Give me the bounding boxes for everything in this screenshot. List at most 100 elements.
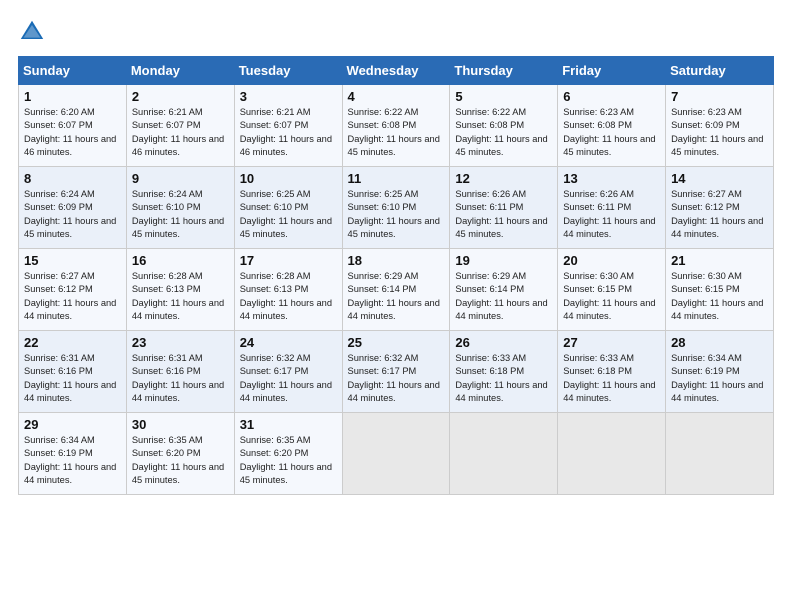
- day-info: Sunrise: 6:32 AMSunset: 6:17 PMDaylight:…: [348, 352, 445, 406]
- day-number: 18: [348, 253, 445, 268]
- day-info: Sunrise: 6:21 AMSunset: 6:07 PMDaylight:…: [240, 106, 337, 160]
- day-number: 3: [240, 89, 337, 104]
- day-info: Sunrise: 6:33 AMSunset: 6:18 PMDaylight:…: [455, 352, 552, 406]
- calendar-week-row: 8 Sunrise: 6:24 AMSunset: 6:09 PMDaylight…: [19, 167, 774, 249]
- day-info: Sunrise: 6:23 AMSunset: 6:08 PMDaylight:…: [563, 106, 660, 160]
- weekday-header-friday: Friday: [558, 57, 666, 85]
- day-info: Sunrise: 6:34 AMSunset: 6:19 PMDaylight:…: [671, 352, 768, 406]
- day-number: 5: [455, 89, 552, 104]
- day-info: Sunrise: 6:33 AMSunset: 6:18 PMDaylight:…: [563, 352, 660, 406]
- day-number: 21: [671, 253, 768, 268]
- day-number: 9: [132, 171, 229, 186]
- page: SundayMondayTuesdayWednesdayThursdayFrid…: [0, 0, 792, 612]
- weekday-header-tuesday: Tuesday: [234, 57, 342, 85]
- day-number: 24: [240, 335, 337, 350]
- calendar: SundayMondayTuesdayWednesdayThursdayFrid…: [18, 56, 774, 495]
- day-number: 4: [348, 89, 445, 104]
- day-number: 13: [563, 171, 660, 186]
- calendar-cell: 4 Sunrise: 6:22 AMSunset: 6:08 PMDaylight…: [342, 85, 450, 167]
- day-number: 25: [348, 335, 445, 350]
- calendar-week-row: 15 Sunrise: 6:27 AMSunset: 6:12 PMDayligh…: [19, 249, 774, 331]
- day-number: 8: [24, 171, 121, 186]
- day-info: Sunrise: 6:24 AMSunset: 6:09 PMDaylight:…: [24, 188, 121, 242]
- calendar-cell: 3 Sunrise: 6:21 AMSunset: 6:07 PMDaylight…: [234, 85, 342, 167]
- day-number: 14: [671, 171, 768, 186]
- day-number: 26: [455, 335, 552, 350]
- day-number: 20: [563, 253, 660, 268]
- day-number: 16: [132, 253, 229, 268]
- calendar-cell: 15 Sunrise: 6:27 AMSunset: 6:12 PMDayligh…: [19, 249, 127, 331]
- calendar-cell: 2 Sunrise: 6:21 AMSunset: 6:07 PMDaylight…: [126, 85, 234, 167]
- calendar-cell: 31Sunrise: 6:35 AMSunset: 6:20 PMDayligh…: [234, 413, 342, 495]
- day-info: Sunrise: 6:21 AMSunset: 6:07 PMDaylight:…: [132, 106, 229, 160]
- calendar-cell: 12 Sunrise: 6:26 AMSunset: 6:11 PMDayligh…: [450, 167, 558, 249]
- day-info: Sunrise: 6:27 AMSunset: 6:12 PMDaylight:…: [24, 270, 121, 324]
- weekday-header-monday: Monday: [126, 57, 234, 85]
- calendar-cell: 21 Sunrise: 6:30 AMSunset: 6:15 PMDayligh…: [666, 249, 774, 331]
- header: [18, 18, 774, 46]
- calendar-cell: 14 Sunrise: 6:27 AMSunset: 6:12 PMDayligh…: [666, 167, 774, 249]
- day-info: Sunrise: 6:22 AMSunset: 6:08 PMDaylight:…: [348, 106, 445, 160]
- day-number: 22: [24, 335, 121, 350]
- weekday-header-row: SundayMondayTuesdayWednesdayThursdayFrid…: [19, 57, 774, 85]
- day-info: Sunrise: 6:29 AMSunset: 6:14 PMDaylight:…: [455, 270, 552, 324]
- calendar-cell: [342, 413, 450, 495]
- day-number: 2: [132, 89, 229, 104]
- day-info: Sunrise: 6:25 AMSunset: 6:10 PMDaylight:…: [348, 188, 445, 242]
- calendar-cell: 9Sunrise: 6:24 AMSunset: 6:10 PMDaylight…: [126, 167, 234, 249]
- day-number: 17: [240, 253, 337, 268]
- calendar-cell: 10 Sunrise: 6:25 AMSunset: 6:10 PMDayligh…: [234, 167, 342, 249]
- calendar-cell: 19 Sunrise: 6:29 AMSunset: 6:14 PMDayligh…: [450, 249, 558, 331]
- day-info: Sunrise: 6:35 AMSunset: 6:20 PMDaylight:…: [240, 434, 337, 488]
- day-info: Sunrise: 6:30 AMSunset: 6:15 PMDaylight:…: [563, 270, 660, 324]
- calendar-cell: 5 Sunrise: 6:22 AMSunset: 6:08 PMDaylight…: [450, 85, 558, 167]
- day-info: Sunrise: 6:20 AMSunset: 6:07 PMDaylight:…: [24, 106, 121, 160]
- calendar-week-row: 22Sunrise: 6:31 AMSunset: 6:16 PMDayligh…: [19, 331, 774, 413]
- day-number: 7: [671, 89, 768, 104]
- calendar-cell: 16 Sunrise: 6:28 AMSunset: 6:13 PMDayligh…: [126, 249, 234, 331]
- day-info: Sunrise: 6:26 AMSunset: 6:11 PMDaylight:…: [455, 188, 552, 242]
- day-number: 29: [24, 417, 121, 432]
- day-info: Sunrise: 6:28 AMSunset: 6:13 PMDaylight:…: [132, 270, 229, 324]
- calendar-cell: 30 Sunrise: 6:35 AMSunset: 6:20 PMDayligh…: [126, 413, 234, 495]
- logo-icon: [18, 18, 46, 46]
- calendar-cell: 1 Sunrise: 6:20 AMSunset: 6:07 PMDaylight…: [19, 85, 127, 167]
- day-number: 15: [24, 253, 121, 268]
- calendar-week-row: 29 Sunrise: 6:34 AMSunset: 6:19 PMDayligh…: [19, 413, 774, 495]
- calendar-cell: [558, 413, 666, 495]
- day-info: Sunrise: 6:25 AMSunset: 6:10 PMDaylight:…: [240, 188, 337, 242]
- calendar-cell: 8 Sunrise: 6:24 AMSunset: 6:09 PMDaylight…: [19, 167, 127, 249]
- day-number: 10: [240, 171, 337, 186]
- calendar-cell: 11 Sunrise: 6:25 AMSunset: 6:10 PMDayligh…: [342, 167, 450, 249]
- day-number: 19: [455, 253, 552, 268]
- day-info: Sunrise: 6:30 AMSunset: 6:15 PMDaylight:…: [671, 270, 768, 324]
- calendar-cell: 7 Sunrise: 6:23 AMSunset: 6:09 PMDaylight…: [666, 85, 774, 167]
- calendar-cell: 26 Sunrise: 6:33 AMSunset: 6:18 PMDayligh…: [450, 331, 558, 413]
- weekday-header-thursday: Thursday: [450, 57, 558, 85]
- calendar-cell: 22Sunrise: 6:31 AMSunset: 6:16 PMDayligh…: [19, 331, 127, 413]
- day-info: Sunrise: 6:29 AMSunset: 6:14 PMDaylight:…: [348, 270, 445, 324]
- day-info: Sunrise: 6:23 AMSunset: 6:09 PMDaylight:…: [671, 106, 768, 160]
- day-number: 23: [132, 335, 229, 350]
- day-info: Sunrise: 6:22 AMSunset: 6:08 PMDaylight:…: [455, 106, 552, 160]
- day-info: Sunrise: 6:34 AMSunset: 6:19 PMDaylight:…: [24, 434, 121, 488]
- calendar-week-row: 1 Sunrise: 6:20 AMSunset: 6:07 PMDaylight…: [19, 85, 774, 167]
- calendar-cell: 24Sunrise: 6:32 AMSunset: 6:17 PMDayligh…: [234, 331, 342, 413]
- calendar-cell: [450, 413, 558, 495]
- day-info: Sunrise: 6:26 AMSunset: 6:11 PMDaylight:…: [563, 188, 660, 242]
- weekday-header-saturday: Saturday: [666, 57, 774, 85]
- day-number: 1: [24, 89, 121, 104]
- calendar-cell: 20 Sunrise: 6:30 AMSunset: 6:15 PMDayligh…: [558, 249, 666, 331]
- calendar-cell: 27Sunrise: 6:33 AMSunset: 6:18 PMDayligh…: [558, 331, 666, 413]
- calendar-cell: [666, 413, 774, 495]
- logo: [18, 18, 50, 46]
- day-number: 11: [348, 171, 445, 186]
- day-info: Sunrise: 6:35 AMSunset: 6:20 PMDaylight:…: [132, 434, 229, 488]
- weekday-header-sunday: Sunday: [19, 57, 127, 85]
- calendar-cell: 29 Sunrise: 6:34 AMSunset: 6:19 PMDayligh…: [19, 413, 127, 495]
- day-info: Sunrise: 6:27 AMSunset: 6:12 PMDaylight:…: [671, 188, 768, 242]
- day-number: 30: [132, 417, 229, 432]
- day-number: 12: [455, 171, 552, 186]
- calendar-cell: 18 Sunrise: 6:29 AMSunset: 6:14 PMDayligh…: [342, 249, 450, 331]
- calendar-cell: 17Sunrise: 6:28 AMSunset: 6:13 PMDayligh…: [234, 249, 342, 331]
